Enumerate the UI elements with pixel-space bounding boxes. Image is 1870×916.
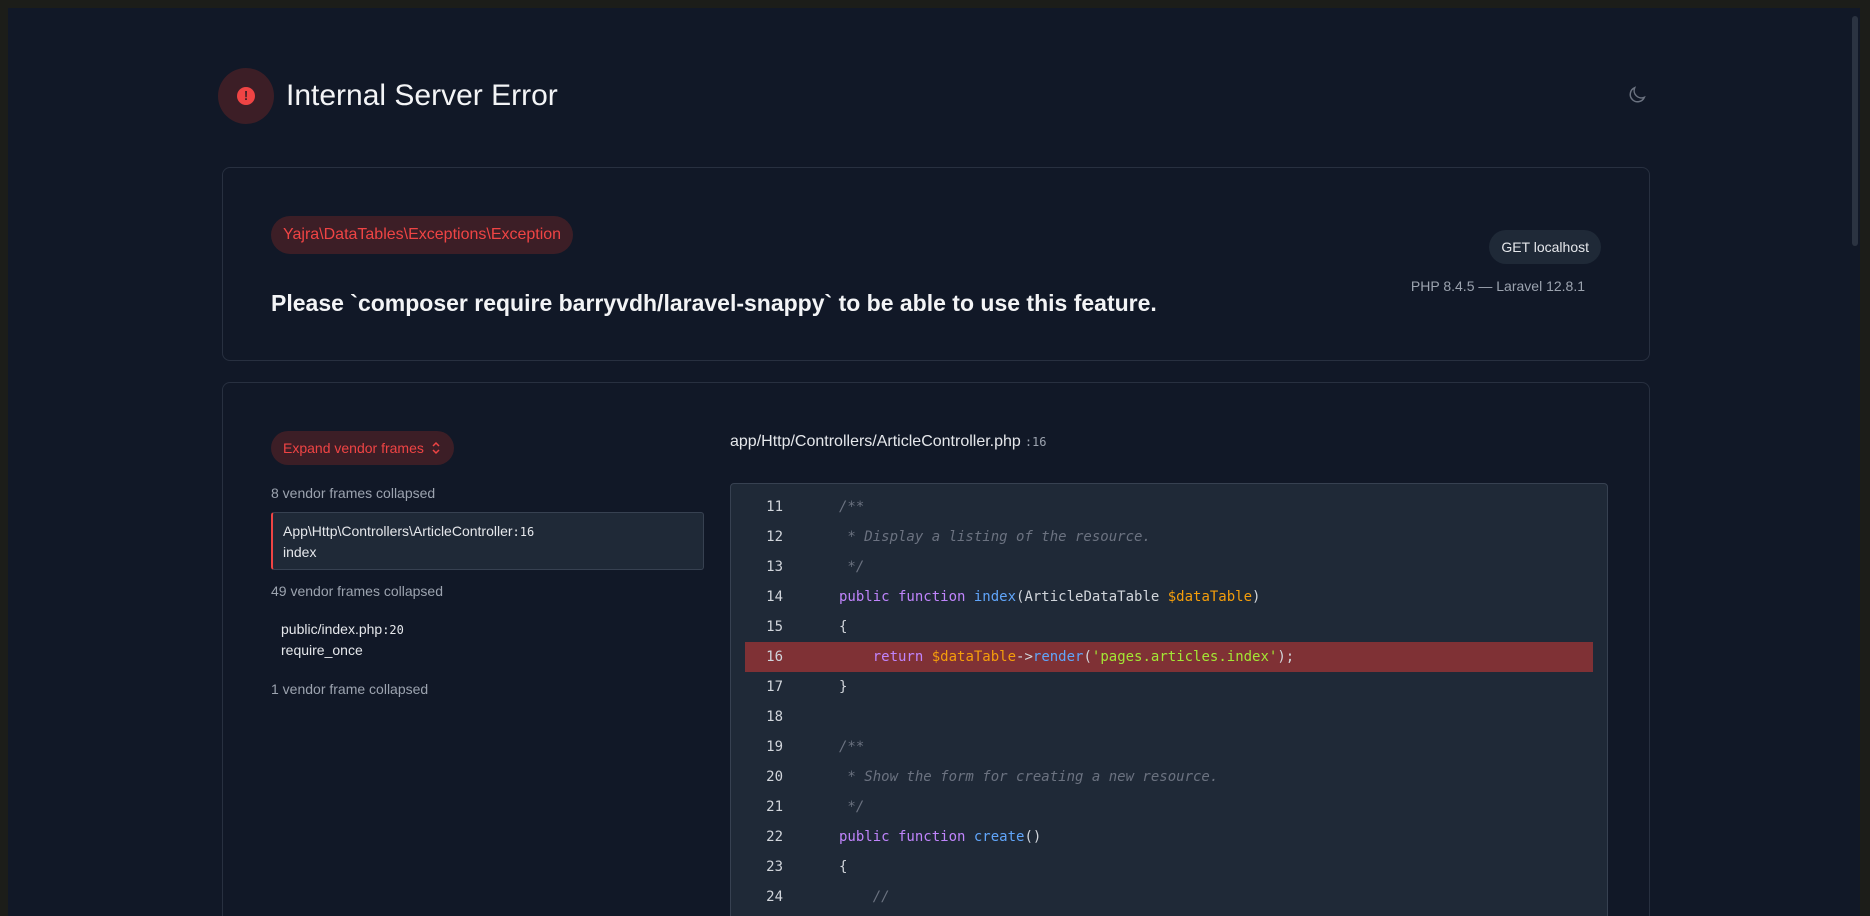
frame-method: index [283, 544, 317, 560]
code-line: 12 * Display a listing of the resource. [745, 522, 1593, 552]
frame-class: App\Http\Controllers\ArticleController [283, 523, 513, 539]
line-number: 20 [766, 769, 783, 785]
expand-label: Expand vendor frames [283, 440, 424, 456]
code-file-path: app/Http/Controllers/ArticleController.p… [730, 433, 1047, 451]
frame-method: require_once [281, 642, 363, 658]
code-line: 22 public function create() [745, 822, 1593, 852]
file-name: app/Http/Controllers/ArticleController.p… [730, 433, 1021, 450]
file-line: :16 [1024, 435, 1047, 449]
line-number: 19 [766, 739, 783, 755]
line-number: 24 [766, 889, 783, 905]
code-text: */ [839, 799, 865, 815]
vendor-frames-collapsed[interactable]: 1 vendor frame collapsed [271, 681, 428, 697]
code-text: public function index(ArticleDataTable $… [839, 589, 1261, 605]
line-number: 15 [766, 619, 783, 635]
line-number: 14 [766, 589, 783, 605]
code-text: */ [839, 559, 865, 575]
stack-frame-active[interactable]: App\Http\Controllers\ArticleController:1… [271, 512, 704, 570]
vendor-frames-collapsed[interactable]: 49 vendor frames collapsed [271, 583, 443, 599]
code-text: /** [839, 739, 865, 755]
scrollbar[interactable] [1850, 8, 1860, 916]
line-number: 18 [766, 709, 783, 725]
code-text: public function create() [839, 829, 1042, 845]
exclamation-circle-icon: ! [218, 68, 274, 124]
scrollbar-thumb[interactable] [1852, 16, 1858, 246]
code-line: 17} [745, 672, 1593, 702]
version-info: PHP 8.4.5 — Laravel 12.8.1 [1410, 278, 1585, 294]
code-line: 13 */ [745, 552, 1593, 582]
code-line: 20 * Show the form for creating a new re… [745, 762, 1593, 792]
exception-message: Please `composer require barryvdh/larave… [271, 290, 1157, 316]
code-line: 18 [745, 702, 1593, 732]
vendor-frames-collapsed[interactable]: 8 vendor frames collapsed [271, 485, 435, 501]
line-number: 16 [766, 649, 783, 665]
line-number: 17 [766, 679, 783, 695]
moon-icon[interactable] [1626, 84, 1648, 111]
code-line: 11 /** [745, 492, 1593, 522]
line-number: 22 [766, 829, 783, 845]
code-line: 19 /** [745, 732, 1593, 762]
stack-trace-card: Expand vendor frames 8 vendor frames col… [222, 382, 1650, 916]
code-line: 14 public function index(ArticleDataTable… [745, 582, 1593, 612]
code-snippet: 11 /** 12 * Display a listing of the resou… [730, 483, 1608, 916]
code-text: * Display a listing of the resource. [839, 529, 1151, 545]
page-title: Internal Server Error [286, 79, 558, 112]
code-line: 23 { [745, 852, 1593, 882]
frame-line: :20 [382, 623, 404, 637]
page: ! Internal Server Error Yajra\DataTables… [8, 8, 1860, 916]
chevron-up-down-icon [432, 441, 440, 455]
code-text: /** [839, 499, 865, 515]
line-number: 21 [766, 799, 783, 815]
code-text: return $dataTable->render('pages.article… [872, 649, 1295, 665]
request-badge: GET localhost [1489, 230, 1601, 264]
exception-card: Yajra\DataTables\Exceptions\Exception Pl… [222, 167, 1650, 361]
exception-class-badge: Yajra\DataTables\Exceptions\Exception [271, 216, 574, 254]
line-number: 12 [766, 529, 783, 545]
code-line: 24 // [745, 882, 1593, 912]
frame-line: :16 [512, 525, 535, 539]
line-number: 23 [766, 859, 783, 875]
line-number: 13 [766, 559, 783, 575]
frame-class: public/index.php [281, 621, 383, 637]
code-text: // [839, 889, 890, 905]
page-header: ! Internal Server Error [218, 68, 558, 124]
code-line: 15 { [745, 612, 1593, 642]
code-text: * Show the form for creating a new resou… [839, 769, 1219, 785]
code-line: 21 */ [745, 792, 1593, 822]
code-text: { [839, 619, 848, 635]
code-text: } [839, 679, 848, 695]
expand-vendor-frames-button[interactable]: Expand vendor frames [271, 431, 454, 465]
code-line-highlighted: 16 return $dataTable->render('pages.arti… [745, 642, 1593, 672]
code-text: { [839, 859, 848, 875]
line-number: 11 [766, 499, 783, 515]
stack-frame[interactable]: public/index.php:20 require_once [271, 611, 701, 667]
